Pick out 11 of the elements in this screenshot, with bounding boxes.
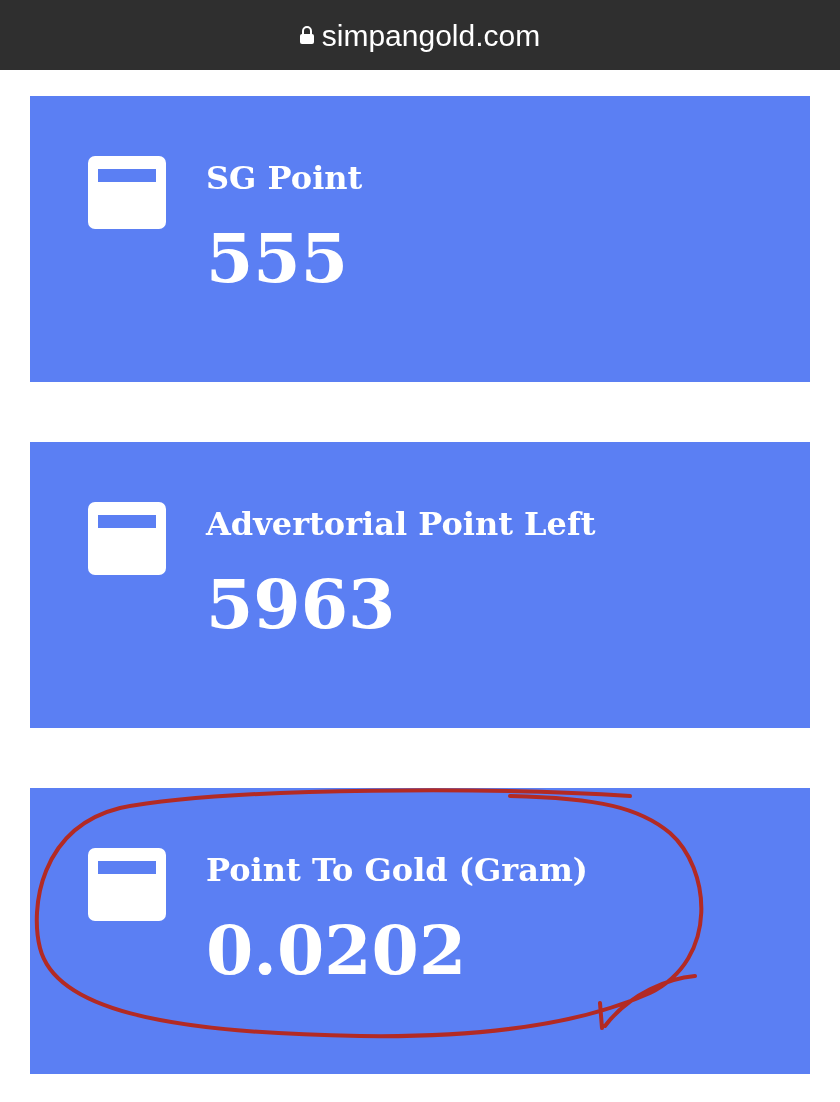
card-icon [88, 848, 166, 921]
lock-icon [299, 26, 314, 44]
card-value: 5963 [206, 564, 397, 644]
card-title: Advertorial Point Left [206, 504, 596, 545]
card-value: 0.0202 [206, 910, 468, 990]
card-icon [88, 156, 166, 229]
card-value: 555 [206, 218, 349, 298]
card-icon [88, 502, 166, 575]
url-text[interactable]: simpangold.com [321, 12, 541, 58]
card-title: SG Point [206, 158, 363, 199]
card-title: Point To Gold (Gram) [206, 850, 588, 891]
